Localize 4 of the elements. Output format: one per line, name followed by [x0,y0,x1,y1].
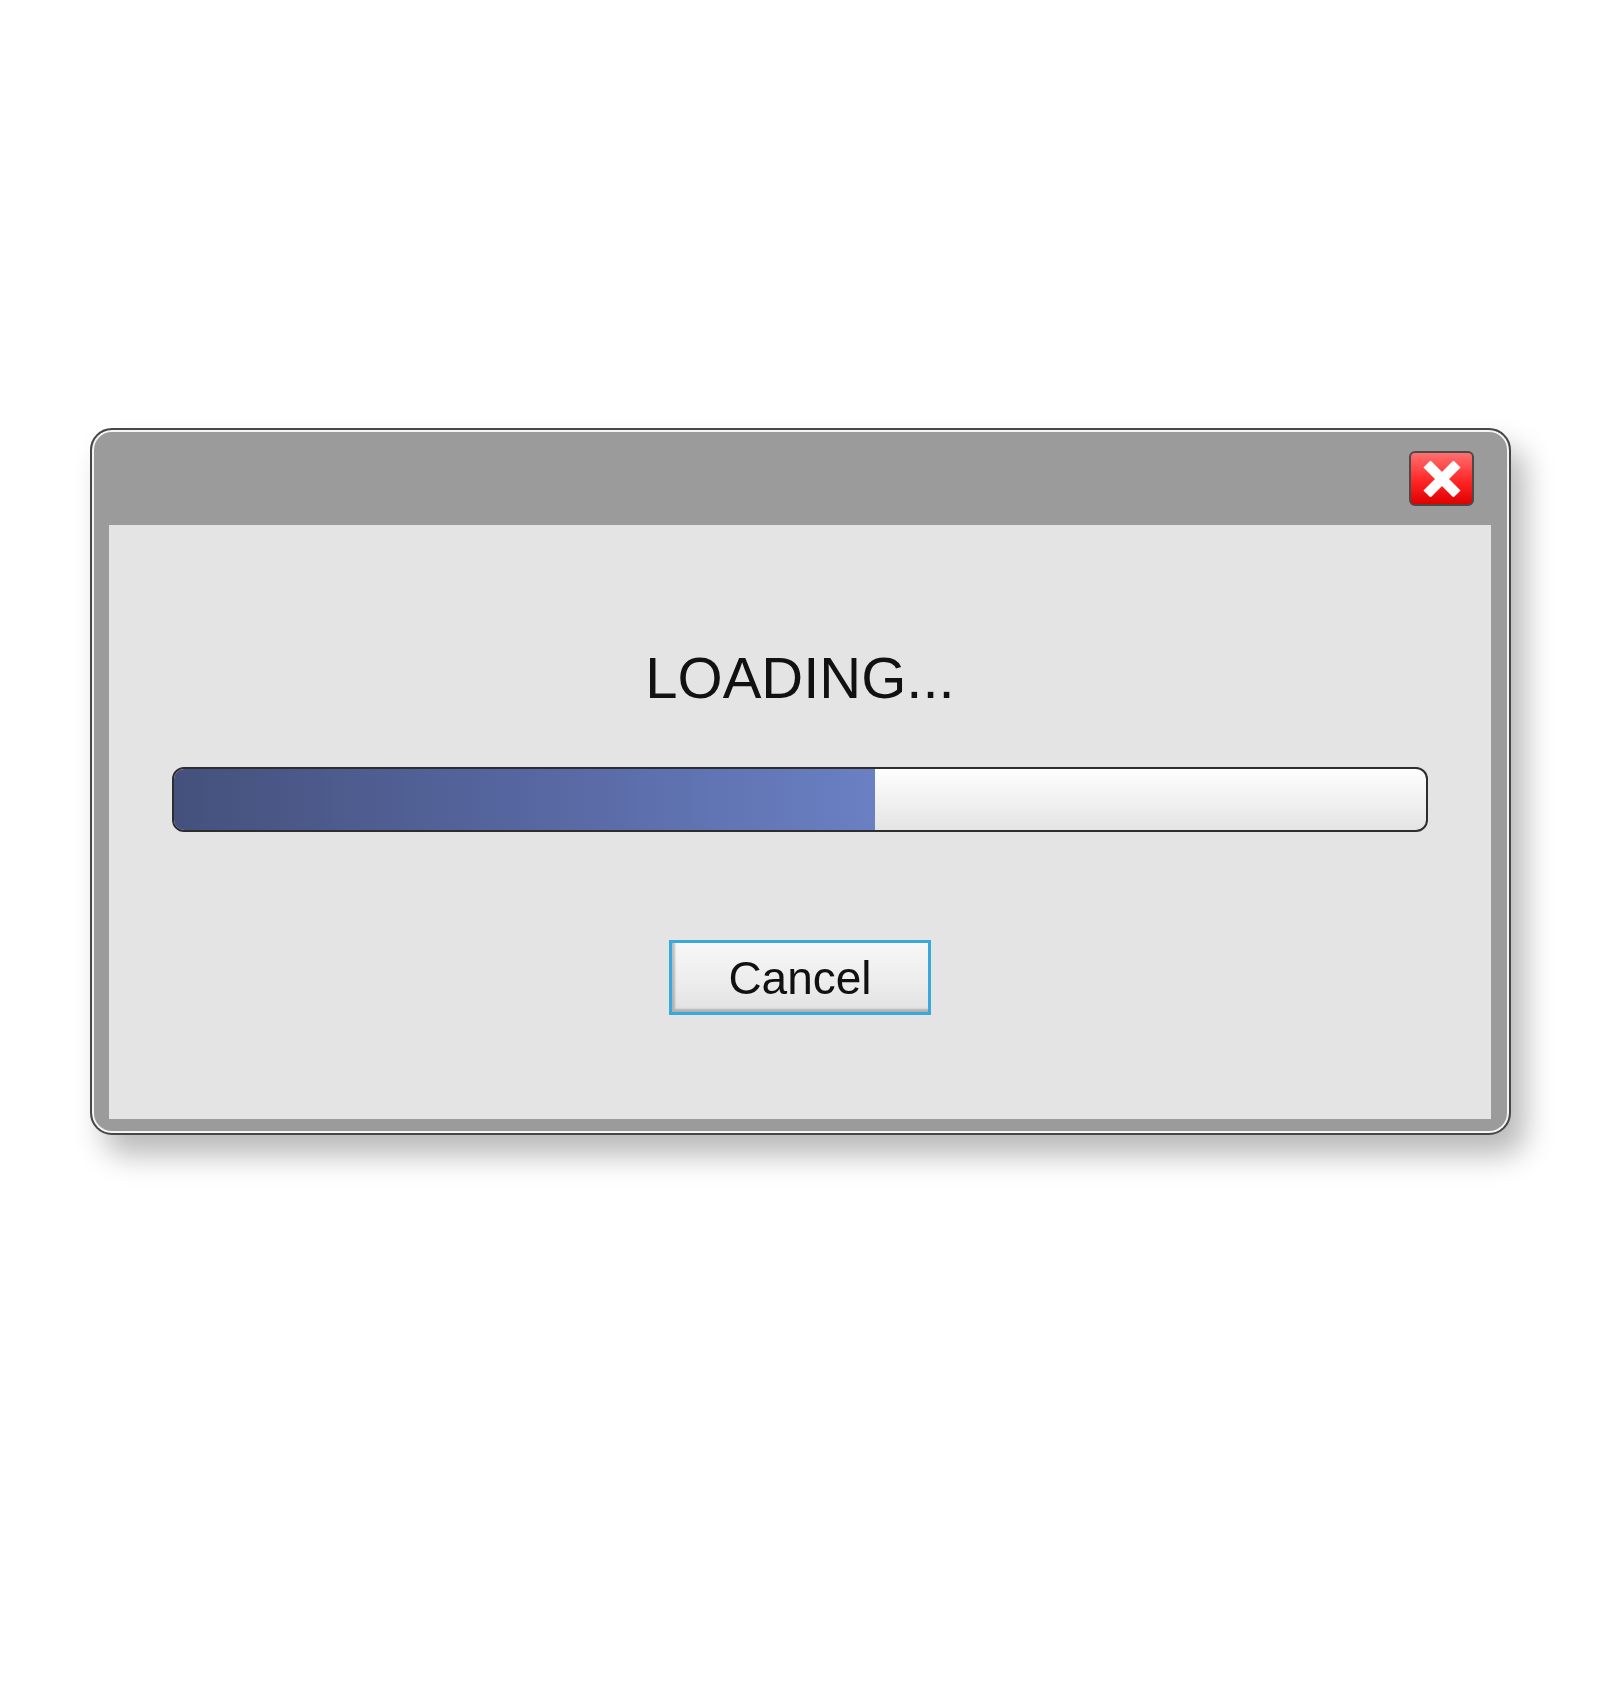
loading-message: LOADING... [645,649,955,707]
close-button[interactable] [1409,451,1474,506]
close-icon [1422,460,1461,497]
cancel-button[interactable]: Cancel [669,940,931,1015]
